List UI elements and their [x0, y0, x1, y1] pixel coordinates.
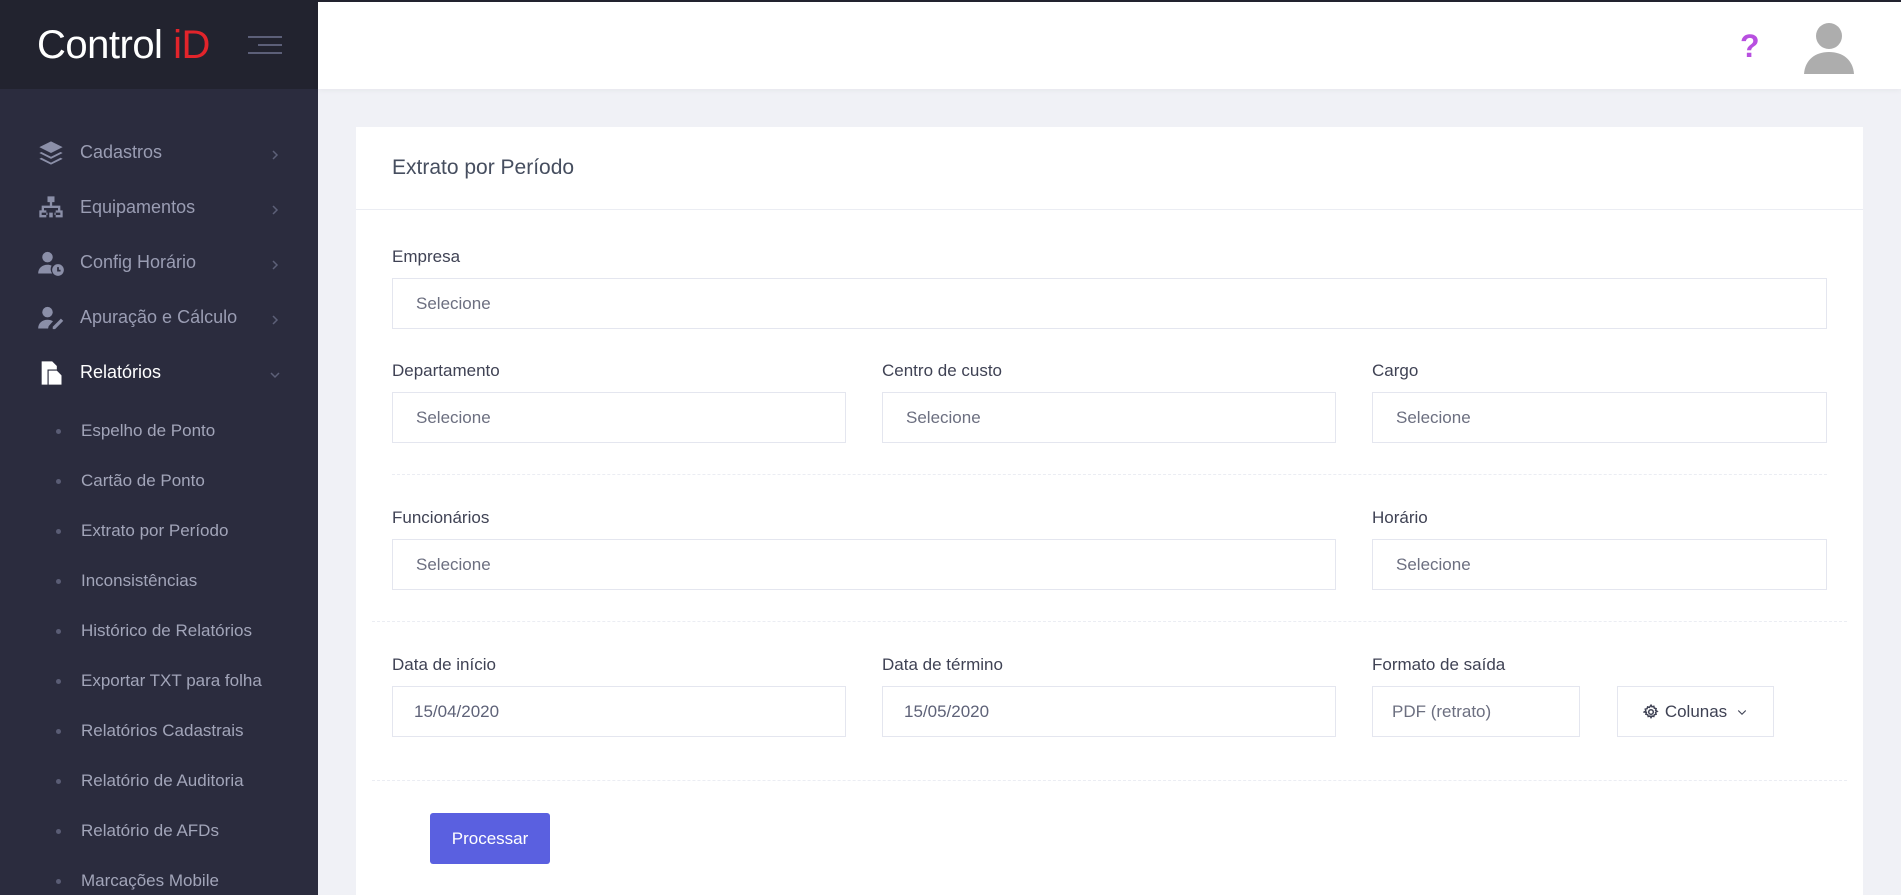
sidebar-item-label: Cadastros — [80, 142, 163, 162]
departamento-select[interactable]: Selecione — [392, 392, 846, 443]
submenu-item-label: Exportar TXT para folha — [81, 671, 262, 690]
network-icon — [36, 193, 66, 223]
bullet-icon — [56, 578, 61, 584]
documents-icon — [36, 358, 66, 388]
data-inicio-label: Data de início — [392, 655, 496, 674]
chevron-right-icon — [270, 202, 280, 215]
chevron-right-icon — [270, 257, 280, 270]
submenu-item-label: Relatórios Cadastrais — [81, 721, 244, 740]
bullet-icon — [56, 428, 61, 434]
data-termino-label: Data de término — [882, 655, 1003, 674]
processar-button[interactable]: Processar — [430, 813, 550, 864]
bullet-icon — [56, 678, 61, 684]
submenu-item-label: Espelho de Ponto — [81, 421, 216, 440]
submenu-item-espelho-de-ponto[interactable]: Espelho de Ponto — [0, 406, 318, 456]
menu-toggle-icon[interactable] — [248, 36, 282, 56]
cargo-select[interactable]: Selecione — [1372, 392, 1827, 443]
sidebar-item-cadastros[interactable]: Cadastros — [0, 125, 318, 180]
centro-de-custo-select[interactable]: Selecione — [882, 392, 1336, 443]
user-avatar-icon[interactable] — [1802, 20, 1856, 74]
control-id-logo[interactable]: Control iD — [37, 22, 210, 68]
chevron-right-icon — [270, 147, 280, 160]
horario-select[interactable]: Selecione — [1372, 539, 1827, 590]
submenu-item-label: Cartão de Ponto — [81, 471, 205, 490]
sidebar-item-label: Config Horário — [80, 252, 197, 272]
top-header: ? — [318, 0, 1901, 89]
bullet-icon — [56, 828, 61, 834]
horario-label: Horário — [1372, 508, 1428, 527]
submenu-item-marcacoes-mobile[interactable]: Marcações Mobile — [0, 856, 318, 895]
report-card: Extrato por Período Empresa Selecione De… — [356, 127, 1863, 895]
submenu-item-extrato-por-periodo[interactable]: Extrato por Período — [0, 506, 318, 556]
divider — [392, 474, 1827, 475]
sidebar-item-config-horario[interactable]: Config Horário — [0, 235, 318, 290]
submenu-item-label: Relatório de Auditoria — [81, 771, 244, 790]
sidebar-item-equipamentos[interactable]: Equipamentos — [0, 180, 318, 235]
user-edit-icon — [36, 303, 66, 333]
chevron-right-icon — [270, 312, 280, 325]
submenu-item-exportar-txt[interactable]: Exportar TXT para folha — [0, 656, 318, 706]
submenu-item-label: Relatório de AFDs — [81, 821, 219, 840]
logo-text: Control — [37, 23, 174, 67]
brand-bar: Control iD — [0, 0, 318, 89]
formato-saida-label: Formato de saída — [1372, 655, 1506, 674]
gear-icon — [1642, 703, 1659, 720]
data-inicio-input[interactable]: 15/04/2020 — [392, 686, 846, 737]
centro-de-custo-label: Centro de custo — [882, 361, 1003, 380]
divider — [372, 621, 1847, 622]
submenu-item-relatorios-cadastrais[interactable]: Relatórios Cadastrais — [0, 706, 318, 756]
submenu-item-relatorio-de-auditoria[interactable]: Relatório de Auditoria — [0, 756, 318, 806]
bullet-icon — [56, 628, 61, 634]
chevron-down-icon — [1736, 706, 1748, 718]
submenu-item-label: Inconsistências — [81, 571, 198, 590]
layers-icon — [36, 138, 66, 168]
columns-button[interactable]: Colunas — [1617, 686, 1774, 737]
sidebar-item-relatorios[interactable]: Relatórios — [0, 345, 318, 400]
bullet-icon — [56, 778, 61, 784]
submenu-item-label: Histórico de Relatórios — [81, 621, 253, 640]
bullet-icon — [56, 528, 61, 534]
card-header: Extrato por Período — [356, 127, 1863, 210]
submenu-item-label: Marcações Mobile — [81, 871, 219, 890]
submenu-item-relatorio-de-afds[interactable]: Relatório de AFDs — [0, 806, 318, 856]
columns-button-label: Colunas — [1664, 701, 1728, 721]
bullet-icon — [56, 878, 61, 884]
data-termino-input[interactable]: 15/05/2020 — [882, 686, 1336, 737]
page-title: Extrato por Período — [392, 156, 575, 179]
departamento-label: Departamento — [392, 361, 500, 380]
sidebar-item-label: Equipamentos — [80, 197, 196, 217]
empresa-label: Empresa — [392, 247, 461, 266]
sidebar-item-apuracao-calculo[interactable]: Apuração e Cálculo — [0, 290, 318, 345]
funcionarios-select[interactable]: Selecione — [392, 539, 1336, 590]
bullet-icon — [56, 478, 61, 484]
bullet-icon — [56, 728, 61, 734]
sidebar-item-label: Relatórios — [80, 362, 162, 382]
empresa-select[interactable]: Selecione — [392, 278, 1827, 329]
reports-submenu: Espelho de Ponto Cartão de Ponto Extrato… — [0, 400, 318, 895]
funcionarios-label: Funcionários — [392, 508, 490, 527]
submenu-item-label: Extrato por Período — [81, 521, 229, 540]
submenu-item-historico-de-relatorios[interactable]: Histórico de Relatórios — [0, 606, 318, 656]
formato-saida-select[interactable]: PDF (retrato) — [1372, 686, 1580, 737]
sidebar: Control iD Cadastros Equipamentos Config… — [0, 0, 318, 895]
sidebar-menu: Cadastros Equipamentos Config Horário Ap… — [0, 125, 318, 895]
divider — [372, 780, 1847, 781]
cargo-label: Cargo — [1372, 361, 1419, 380]
user-clock-icon — [36, 248, 66, 278]
logo-accent-text: iD — [173, 23, 210, 67]
sidebar-item-label: Apuração e Cálculo — [80, 307, 238, 327]
help-icon[interactable]: ? — [1740, 28, 1760, 65]
submenu-item-inconsistencias[interactable]: Inconsistências — [0, 556, 318, 606]
chevron-down-icon — [270, 367, 280, 379]
submenu-item-cartao-de-ponto[interactable]: Cartão de Ponto — [0, 456, 318, 506]
